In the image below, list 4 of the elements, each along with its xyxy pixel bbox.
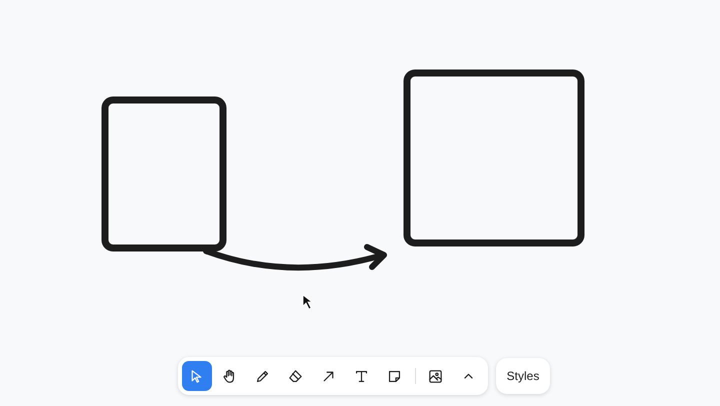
styles-button[interactable]: Styles — [496, 358, 550, 394]
image-icon — [427, 368, 444, 384]
cursor-icon — [302, 294, 314, 310]
eraser-icon — [287, 368, 304, 384]
